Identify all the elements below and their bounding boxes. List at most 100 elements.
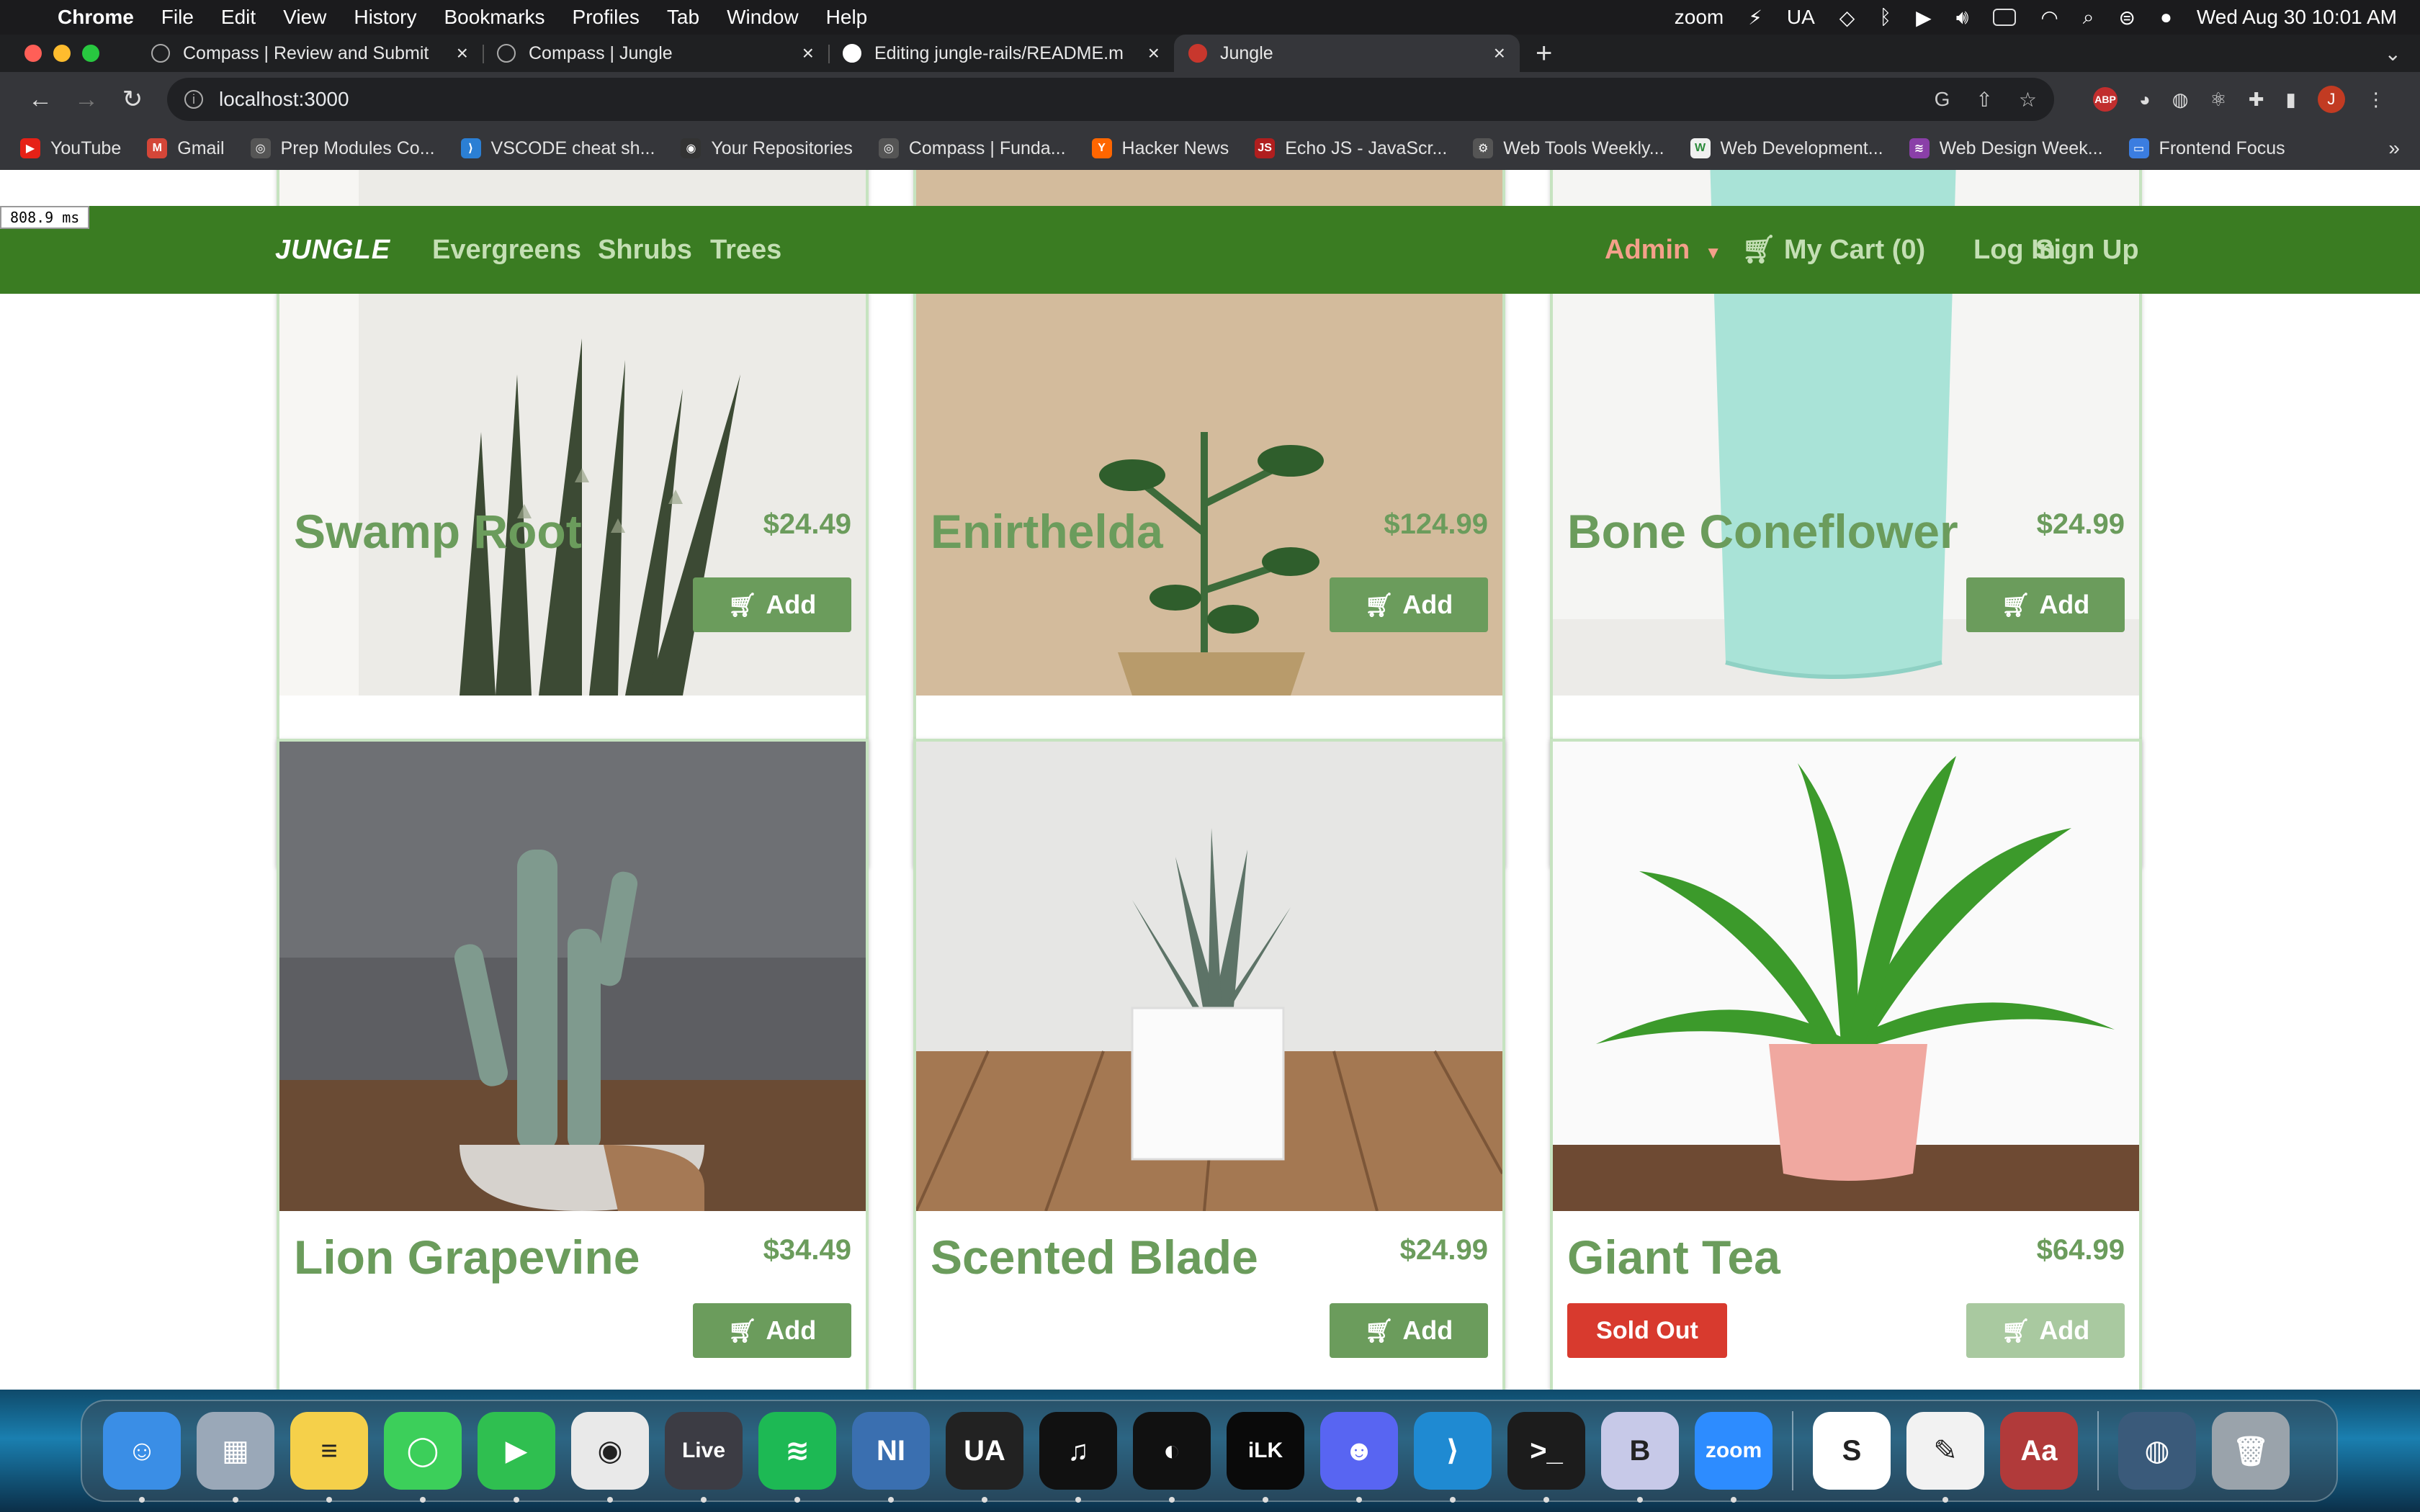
nav-shrubs[interactable]: Shrubs: [598, 235, 692, 266]
menu-profiles[interactable]: Profiles: [573, 6, 640, 29]
extensions-puzzle-icon[interactable]: ✚: [2249, 89, 2264, 111]
bookmark-item[interactable]: ▶ YouTube: [20, 138, 121, 159]
dock-downloads-icon[interactable]: ◍: [2118, 1412, 2196, 1490]
product-name[interactable]: Swamp Root: [294, 504, 582, 559]
dock-ilok-icon[interactable]: iLK: [1227, 1412, 1304, 1503]
dock-launchpad-icon[interactable]: ▦: [197, 1412, 274, 1503]
jungle-brand-logo[interactable]: JUNGLE: [275, 235, 390, 266]
extension-circle-icon[interactable]: ◍: [2172, 89, 2189, 111]
bookmark-item[interactable]: Y Hacker News: [1091, 138, 1229, 159]
tray-play-icon[interactable]: ▶: [1916, 6, 1932, 30]
tray-bluetooth-icon[interactable]: ᛒ: [1879, 6, 1891, 29]
add-to-cart-button[interactable]: 🛒︎ Add: [1330, 577, 1488, 632]
add-to-cart-button[interactable]: 🛒︎ Add: [693, 577, 851, 632]
dock-facetime-icon[interactable]: ▶: [478, 1412, 555, 1503]
product-photo-scented-blade[interactable]: [916, 742, 1502, 1211]
tray-bolt-icon[interactable]: ⚡: [1748, 6, 1762, 30]
product-name[interactable]: Scented Blade: [931, 1230, 1258, 1284]
bookmark-star-icon[interactable]: ☆: [2019, 88, 2037, 112]
profile-avatar[interactable]: J: [2317, 86, 2345, 113]
dock-setapp-icon[interactable]: S: [1813, 1412, 1891, 1490]
react-devtools-icon[interactable]: ⚛: [2210, 89, 2226, 111]
tray-wifi-icon[interactable]: ◠: [2040, 6, 2058, 30]
tab-close-icon[interactable]: ×: [802, 42, 814, 65]
dock-chrome-icon[interactable]: ◉: [571, 1412, 649, 1503]
tray-volume-icon[interactable]: 🔊︎: [1956, 6, 1969, 30]
dock-vs-code-icon[interactable]: ⟩: [1414, 1412, 1492, 1503]
add-to-cart-button[interactable]: 🛒︎ Add: [693, 1303, 851, 1358]
tab-close-icon[interactable]: ×: [1148, 42, 1160, 65]
dock-finder-icon[interactable]: ☺: [103, 1412, 181, 1503]
dock-ni-icon[interactable]: NI: [852, 1412, 930, 1503]
url-text[interactable]: localhost:3000: [219, 88, 349, 111]
forward-arrow-icon[interactable]: →: [63, 86, 109, 114]
chrome-menu-icon[interactable]: ⋮: [2367, 89, 2385, 111]
product-name[interactable]: Bone Coneflower: [1567, 504, 1958, 559]
bookmark-item[interactable]: ▭ Frontend Focus: [2128, 138, 2285, 159]
dock-ua-icon[interactable]: UA: [946, 1412, 1023, 1503]
tray-zoom[interactable]: zoom: [1675, 6, 1724, 29]
dock-live-icon[interactable]: Live: [665, 1412, 743, 1503]
signup-link[interactable]: Sign Up: [2035, 235, 2139, 266]
side-panel-icon[interactable]: ▮: [2286, 89, 2296, 111]
dock-bbedit-icon[interactable]: B: [1601, 1412, 1679, 1503]
menu-edit[interactable]: Edit: [221, 6, 256, 29]
menubar-clock[interactable]: Wed Aug 30 10:01 AM: [2197, 6, 2397, 29]
back-arrow-icon[interactable]: ←: [17, 86, 63, 114]
product-name[interactable]: Lion Grapevine: [294, 1230, 640, 1284]
menu-view[interactable]: View: [283, 6, 326, 29]
more-bookmarks-chevron-icon[interactable]: »: [2388, 137, 2400, 160]
bookmark-item[interactable]: ⟩ VSCODE cheat sh...: [460, 138, 655, 159]
add-to-cart-button[interactable]: 🛒︎ Add: [1966, 577, 2125, 632]
dock-dictionary-icon[interactable]: Aa: [2000, 1412, 2078, 1490]
adblock-plus-icon[interactable]: ABP: [2093, 87, 2118, 112]
extension-owl-icon[interactable]: ◕: [2139, 89, 2151, 111]
bookmark-item[interactable]: ◎ Prep Modules Co...: [250, 138, 435, 159]
admin-dropdown[interactable]: Admin ▼: [1605, 235, 1722, 266]
menu-help[interactable]: Help: [826, 6, 868, 29]
product-name[interactable]: Giant Tea: [1567, 1230, 1780, 1284]
new-tab-plus-icon[interactable]: +: [1520, 35, 1568, 72]
menu-tab[interactable]: Tab: [667, 6, 699, 29]
bookmark-item[interactable]: ≋ Web Design Week...: [1909, 138, 2103, 159]
tray-control-center-icon[interactable]: ⊜: [2118, 6, 2135, 30]
tab-github-readme[interactable]: Editing jungle-rails/README.m ×: [828, 35, 1174, 72]
minimize-window-button[interactable]: [53, 45, 71, 62]
site-info-icon[interactable]: i: [184, 90, 203, 109]
product-photo-giant-tea[interactable]: [1553, 742, 2139, 1211]
tab-close-icon[interactable]: ×: [457, 42, 468, 65]
bookmark-item[interactable]: ◎ Compass | Funda...: [878, 138, 1066, 159]
dock-terminal-icon[interactable]: >_: [1507, 1412, 1585, 1503]
my-cart-link[interactable]: 🛒︎ My Cart (0): [1742, 234, 1925, 266]
tray-siri-icon[interactable]: ●: [2160, 6, 2172, 29]
add-to-cart-button[interactable]: 🛒︎ Add: [1330, 1303, 1488, 1358]
tray-search-icon[interactable]: ⌕: [2083, 6, 2094, 30]
menu-file[interactable]: File: [161, 6, 194, 29]
bookmark-item[interactable]: M Gmail: [147, 138, 225, 159]
tab-compass-jungle[interactable]: Compass | Jungle ×: [483, 35, 828, 72]
zoom-window-button[interactable]: [82, 45, 99, 62]
tray-ua[interactable]: UA: [1787, 6, 1815, 29]
reload-icon[interactable]: ↻: [109, 85, 156, 114]
menu-history[interactable]: History: [354, 6, 416, 29]
menu-app-chrome[interactable]: Chrome: [58, 6, 134, 29]
add-to-cart-button-disabled[interactable]: 🛒︎ Add: [1966, 1303, 2125, 1358]
dock-zoom-icon[interactable]: zoom: [1695, 1412, 1773, 1503]
menu-bookmarks[interactable]: Bookmarks: [444, 6, 544, 29]
tray-ua-logo-icon[interactable]: ◇: [1839, 6, 1855, 30]
dock-spotify-icon[interactable]: ≋: [758, 1412, 836, 1503]
bookmark-item[interactable]: ◉ Your Repositories: [681, 138, 853, 159]
tray-battery-icon[interactable]: [1993, 9, 2017, 26]
bookmark-item[interactable]: W Web Development...: [1690, 138, 1883, 159]
dock-ua-connect-icon[interactable]: ♫: [1039, 1412, 1117, 1503]
tab-compass-review[interactable]: Compass | Review and Submit ×: [137, 35, 483, 72]
product-photo-lion-grapevine[interactable]: [279, 742, 866, 1211]
tab-search-chevron-icon[interactable]: ⌄: [2385, 35, 2420, 72]
tab-jungle-active[interactable]: Jungle ×: [1174, 35, 1520, 72]
close-window-button[interactable]: [24, 45, 42, 62]
dock-textedit-icon[interactable]: ✎: [1906, 1412, 1984, 1503]
tab-close-icon[interactable]: ×: [1494, 42, 1505, 65]
dock-discord-icon[interactable]: ☻: [1320, 1412, 1398, 1503]
dock-notes-icon[interactable]: ≡: [290, 1412, 368, 1503]
dock-ua-console-icon[interactable]: ◐: [1133, 1412, 1211, 1503]
